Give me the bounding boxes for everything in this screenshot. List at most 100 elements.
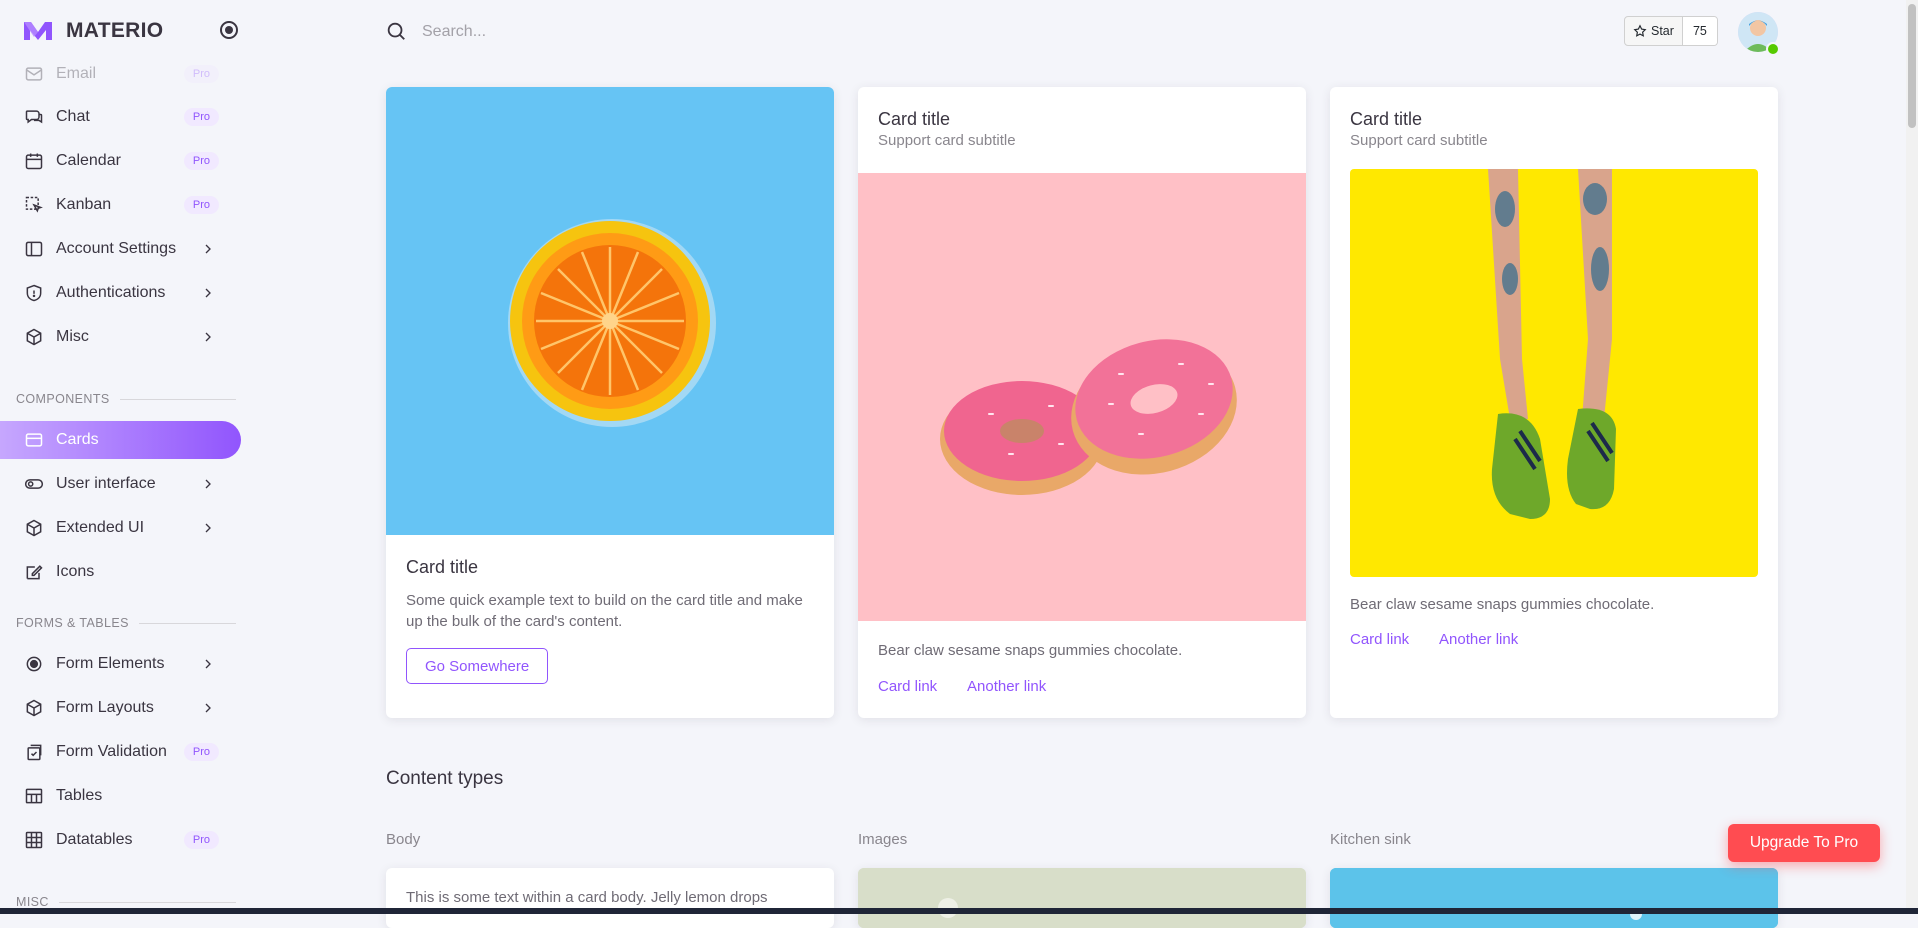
shield-icon [24,283,44,303]
images-label: Images [858,831,908,848]
grid-icon [24,830,44,850]
go-somewhere-button[interactable]: Go Somewhere [406,648,549,684]
sidebar-item-label: Account Settings [56,240,177,257]
card-image-inset: Card title Support card subtitle Bear cl… [1330,87,1778,718]
brand-name: MATERIO [66,19,164,42]
card-subtitle: Support card subtitle [878,132,1016,149]
sidebar-item-label: Authentications [56,284,166,301]
divider [58,901,236,903]
github-star-button[interactable]: Star 75 [1624,16,1718,46]
pro-badge: Pro [183,65,219,83]
box-icon [24,518,44,538]
card-image-sneakers [1350,169,1758,577]
sidebar-item-kanban[interactable]: Kanban Pro [0,186,241,224]
chat-icon [24,107,44,127]
chevron-right-icon [199,655,217,673]
sidebar-item-label: Form Layouts [56,699,154,716]
sidebar-item-label: Chat [56,108,90,125]
github-star-label: Star [1651,24,1674,38]
section-misc: MISC [16,895,236,909]
card-image-middle: Card title Support card subtitle Bear cl… [858,87,1306,718]
checkbox-icon [24,742,44,762]
mail-icon [24,64,44,84]
search-icon[interactable] [385,20,407,42]
card-text: Bear claw sesame snaps gummies chocolate… [878,642,1183,659]
sidebar-item-form-validation[interactable]: Form Validation Pro [0,733,241,771]
card-title: Card title [406,557,479,577]
star-icon [1633,24,1647,37]
section-label: MISC [16,895,49,909]
card-text: Some quick example text to build on the … [406,592,803,630]
upgrade-to-pro-button[interactable]: Upgrade To Pro [1728,824,1880,862]
box-icon [24,698,44,718]
scrollbar-thumb[interactable] [1908,4,1916,128]
sidebar-item-label: Extended UI [56,519,145,536]
sidebar-item-misc[interactable]: Misc [0,318,241,356]
card-image-top: Card title Some quick example text to bu… [386,87,834,718]
card-link[interactable]: Card link [878,678,937,695]
sidebar-item-label: Form Elements [56,655,165,672]
section-label: COMPONENTS [16,392,110,406]
chevron-right-icon [199,519,217,537]
toggle-icon [24,474,44,494]
sidebar-item-label: Cards [56,431,99,448]
sidebar-item-datatables[interactable]: Datatables Pro [0,821,241,859]
calendar-icon [24,151,44,171]
another-link[interactable]: Another link [967,678,1046,695]
card-text: This is some text within a card body. Je… [406,889,768,906]
sidebar-item-label: Calendar [56,152,121,169]
sidebar-item-form-elements[interactable]: Form Elements [0,645,241,683]
another-link[interactable]: Another link [1439,631,1518,648]
body-card: This is some text within a card body. Je… [386,868,834,928]
layout-sidebar-icon [24,239,44,259]
section-label: FORMS & TABLES [16,616,129,630]
materio-logo-icon [22,20,54,42]
card-subtitle: Support card subtitle [1350,132,1488,149]
box-icon [24,327,44,347]
scrollbar-track[interactable] [1906,0,1918,914]
kitchen-sink-label: Kitchen sink [1330,831,1411,848]
pro-badge: Pro [183,108,219,126]
icons-brush-icon [24,562,44,582]
sidebar-item-cards[interactable]: Cards [0,421,241,459]
body-label: Body [386,831,421,848]
sidebar-item-tables[interactable]: Tables [0,777,241,815]
sidebar-item-icons[interactable]: Icons [0,553,241,591]
search-input[interactable] [420,16,924,48]
sidebar-item-label: User interface [56,475,156,492]
sidebar-item-extended-ui[interactable]: Extended UI [0,509,241,547]
card-image-orange [386,87,834,535]
kanban-icon [24,195,44,215]
card-title: Card title [878,109,951,129]
divider [119,398,236,400]
sidebar-item-label: Email [56,65,97,82]
chevron-right-icon [199,475,217,493]
sidebar-item-user-interface[interactable]: User interface [0,465,241,503]
sidebar-item-label: Kanban [56,196,112,213]
card-image-donuts [858,173,1306,621]
sidebar-item-authentications[interactable]: Authentications [0,274,241,312]
sidebar-item-form-layouts[interactable]: Form Layouts [0,689,241,727]
chevron-right-icon [199,240,217,258]
sidebar-toggle-icon[interactable] [220,21,238,39]
sidebar-item-label: Form Validation [56,743,167,760]
sidebar-item-email[interactable]: Email Pro [0,55,241,93]
app: MATERIO Email Pro Chat Pro Calendar Pro [0,0,1918,928]
github-star-count[interactable]: 75 [1682,17,1717,45]
brand[interactable]: MATERIO [22,14,163,48]
sidebar-item-label: Tables [56,787,103,804]
radio-icon [24,654,44,674]
images-card [858,868,1306,928]
sidebar-item-account-settings[interactable]: Account Settings [0,230,241,268]
sidebar-item-calendar[interactable]: Calendar Pro [0,142,241,180]
card-link[interactable]: Card link [1350,631,1409,648]
card-text: Bear claw sesame snaps gummies chocolate… [1350,596,1655,613]
taskbar-strip [0,908,1918,914]
sidebar-item-label: Misc [56,328,89,345]
sidebar: MATERIO Email Pro Chat Pro Calendar Pro [0,0,260,914]
kitchen-sink-card-image [1330,868,1778,928]
github-star[interactable]: Star [1625,17,1683,45]
credit-card-icon [24,430,44,450]
kitchen-sink-card [1330,868,1778,928]
sidebar-item-chat[interactable]: Chat Pro [0,98,241,136]
